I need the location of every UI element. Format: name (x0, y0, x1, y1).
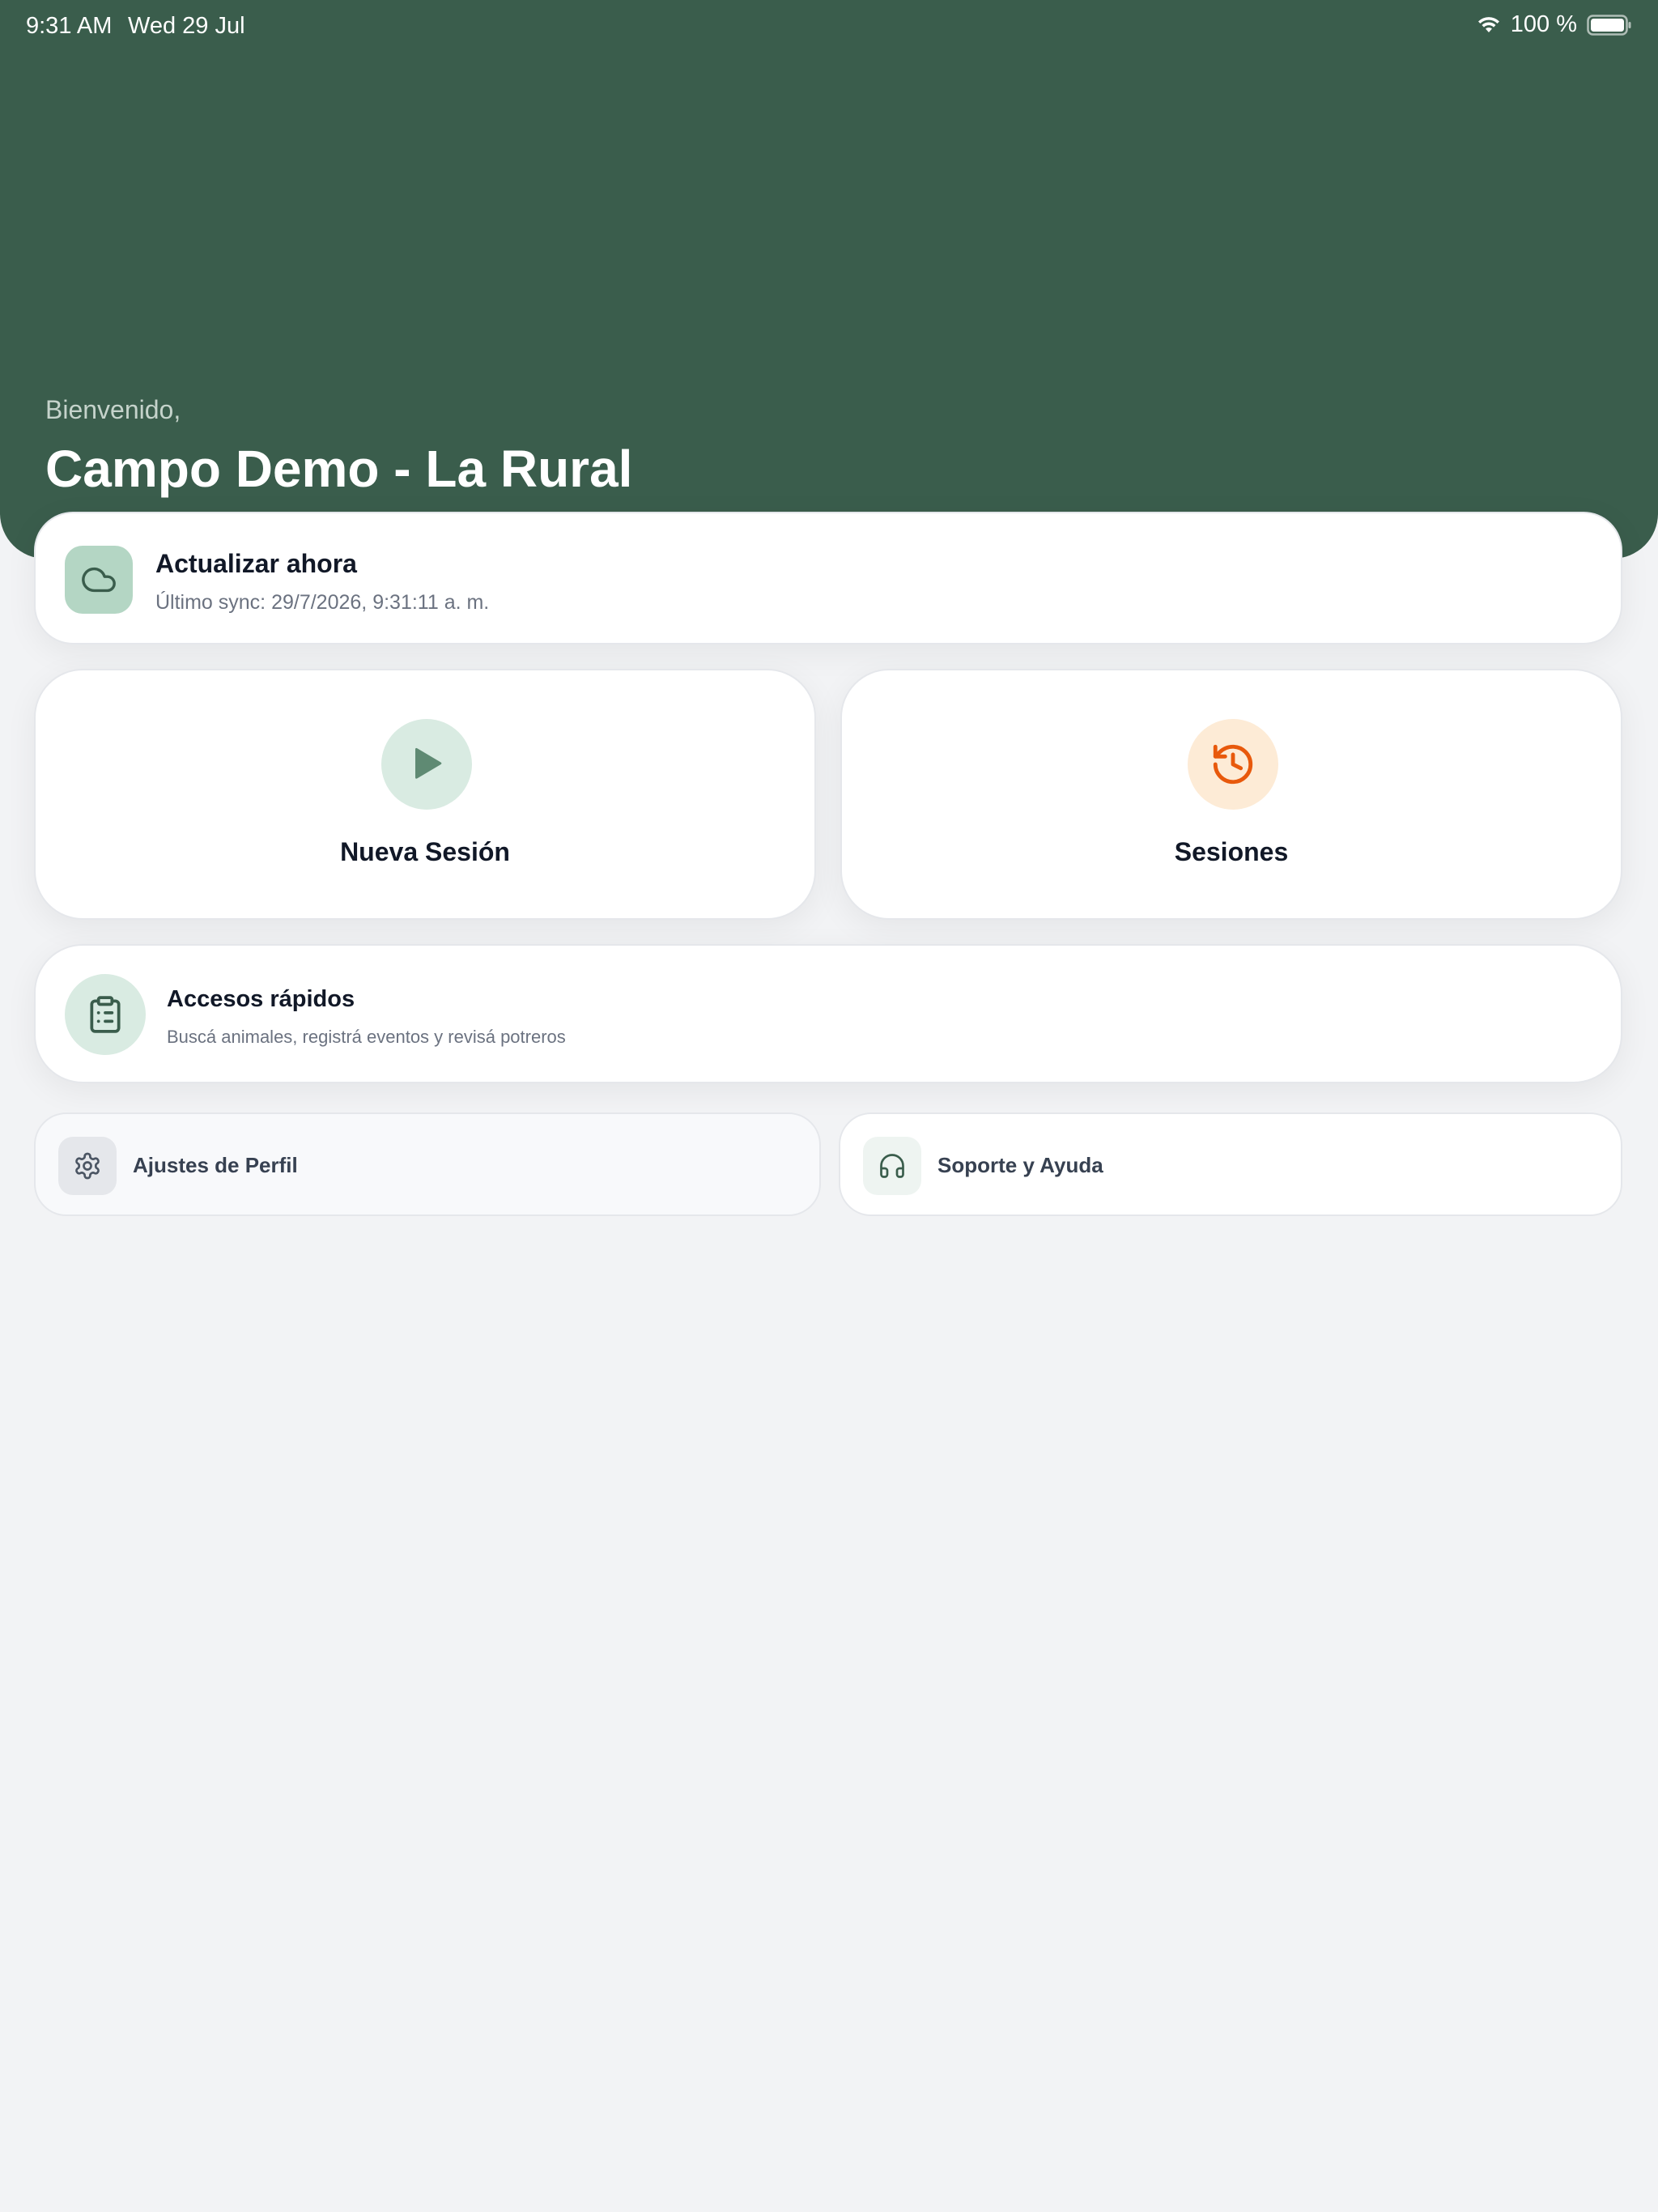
sessions-label: Sesiones (1174, 837, 1289, 866)
profile-settings-label: Ajustes de Perfil (133, 1153, 298, 1177)
support-help-button[interactable]: Soporte y Ayuda (839, 1112, 1622, 1216)
quick-access-card[interactable]: Accesos rápidos Buscá animales, registrá… (34, 944, 1622, 1083)
greeting-text: Bienvenido, (45, 395, 181, 424)
play-icon (381, 719, 472, 810)
new-session-button[interactable]: Nueva Sesión (34, 669, 816, 920)
profile-settings-button[interactable]: Ajustes de Perfil (34, 1112, 821, 1216)
battery-icon (1587, 14, 1632, 36)
status-date: Wed 29 Jul (128, 13, 245, 39)
sync-title: Actualizar ahora (155, 549, 357, 578)
quick-access-title: Accesos rápidos (167, 986, 355, 1012)
support-help-label: Soporte y Ayuda (937, 1153, 1103, 1177)
header-banner: 9:31 AM Wed 29 Jul 100 % Bienvenido, Cam… (0, 0, 1658, 559)
last-sync-text: Último sync: 29/7/2026, 9:31:11 a. m. (155, 591, 490, 614)
sessions-button[interactable]: Sesiones (840, 669, 1622, 920)
quick-access-subtitle: Buscá animales, registrá eventos y revis… (167, 1027, 566, 1047)
status-bar: 9:31 AM Wed 29 Jul 100 % (0, 0, 1658, 52)
headphones-icon (863, 1137, 921, 1195)
gear-icon (58, 1137, 117, 1195)
clipboard-list-icon (65, 974, 146, 1055)
wifi-icon (1477, 16, 1501, 34)
status-time: 9:31 AM (26, 13, 113, 39)
history-icon (1188, 719, 1278, 810)
status-indicators: 100 % (1477, 11, 1632, 38)
sync-card[interactable]: Actualizar ahora Último sync: 29/7/2026,… (34, 512, 1622, 644)
battery-percent: 100 % (1510, 11, 1577, 37)
new-session-label: Nueva Sesión (340, 837, 510, 866)
cloud-icon (65, 546, 133, 614)
farm-name: Campo Demo - La Rural (45, 440, 633, 498)
